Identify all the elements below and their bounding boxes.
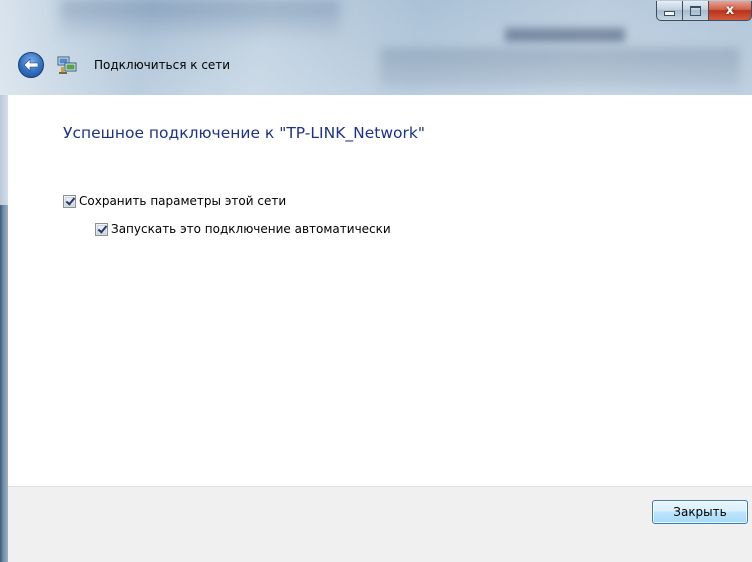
maximize-icon [690,5,701,16]
dialog-content: Успешное подключение к "TP-LINK_Network"… [8,95,752,486]
glass-reflection [60,0,340,40]
close-button[interactable]: Закрыть [652,500,748,524]
auto-connect-label: Запускать это подключение автоматически [111,222,391,236]
minimize-icon [664,11,675,16]
glass-reflection [505,28,625,42]
back-arrow-icon [23,58,39,72]
save-network-settings-checkbox[interactable] [63,194,76,208]
network-connection-icon [57,56,77,74]
dialog-footer: Закрыть [8,486,752,562]
close-icon: x [725,3,735,18]
connect-to-network-window: x Подключиться к сети Успешное подключен… [0,0,752,562]
caption-buttons: x [656,1,752,22]
back-button[interactable] [18,52,44,78]
close-window-button[interactable]: x [709,1,752,21]
maximize-button[interactable] [683,1,709,21]
auto-connect-checkbox[interactable] [95,222,108,236]
auto-connect-option[interactable]: Запускать это подключение автоматически [95,222,391,236]
minimize-button[interactable] [656,1,683,21]
save-network-settings-option[interactable]: Сохранить параметры этой сети [63,194,286,208]
glass-reflection [380,48,740,88]
success-heading: Успешное подключение к "TP-LINK_Network" [63,124,425,142]
window-left-border [0,205,8,562]
window-title: Подключиться к сети [94,58,231,72]
save-network-settings-label: Сохранить параметры этой сети [79,194,287,208]
window-left-border [0,95,8,205]
